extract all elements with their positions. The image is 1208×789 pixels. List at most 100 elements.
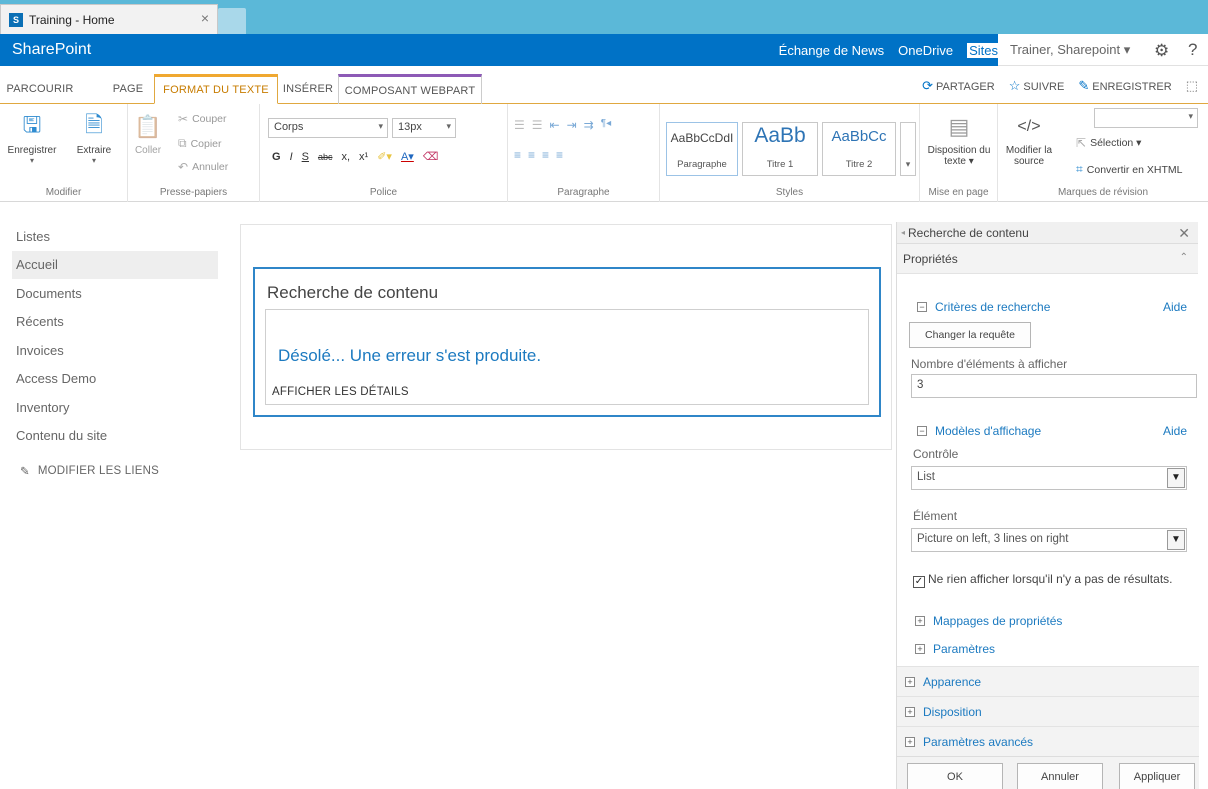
tab-format-du-texte[interactable]: FORMAT DU TEXTE [154,74,278,104]
tab-composant-webpart[interactable]: COMPOSANT WEBPART [338,74,482,104]
nav-item-accueil[interactable]: Accueil [12,250,218,279]
paste-label: Coller [134,145,162,156]
font-name-select[interactable]: Corps ▾ [268,118,388,138]
extract-button[interactable]: 🗎 Extraire ▾ [66,112,122,165]
help-link-search[interactable]: Aide [1163,300,1187,314]
sharepoint-brand[interactable]: SharePoint [0,41,91,59]
save-button[interactable]: 🖫 Enregistrer ▾ [4,112,60,165]
browser-tab[interactable]: S Training - Home × [0,4,218,34]
apply-button[interactable]: Appliquer [1119,763,1195,789]
subscript-button[interactable]: x, [341,151,350,163]
nav-item-invoices[interactable]: Invoices [12,336,218,365]
undo-button[interactable]: ↶ Annuler [178,160,228,174]
suite-link-sites[interactable]: Sites [967,42,1000,58]
star-icon: ☆ [1008,78,1021,93]
no-results-checkbox[interactable]: ✓ [913,576,925,588]
suite-link-onedrive[interactable]: OneDrive [898,43,953,58]
list-controls-row: ☰ ☰ ⇤ ⇥ ⇉ ¶◂ [514,118,611,132]
style-paragraphe[interactable]: AaBbCcDdI Paragraphe [666,122,738,176]
cut-button[interactable]: ✂ Couper [178,112,227,126]
new-tab-button[interactable] [218,8,246,34]
search-criteria-label: Critères de recherche [935,300,1051,314]
element-select[interactable]: Picture on left, 3 lines on right ▼ [911,528,1187,552]
close-icon[interactable]: ✕ [1178,225,1190,242]
layout-section[interactable]: + Disposition [897,696,1199,726]
align-center-icon[interactable]: ≡ [528,148,535,162]
markup-style-select[interactable]: ▾ [1094,108,1198,128]
italic-button[interactable]: I [290,151,293,163]
bullet-list-icon[interactable]: ☰ [514,118,525,132]
highlight-icon[interactable]: ✐▾ [377,150,392,163]
align-justify-icon[interactable]: ≡ [556,148,563,162]
save-icon: 🖫 [22,112,42,137]
nav-item-access-demo[interactable]: Access Demo [12,365,218,394]
appearance-section[interactable]: + Apparence [897,666,1199,696]
gear-icon[interactable]: ⚙ [1154,41,1169,61]
collapse-chevron-icon[interactable]: ⌃ [1180,252,1188,263]
display-templates-toggle[interactable]: − Modèles d'affichage [917,424,1041,438]
follow-button[interactable]: ☆ SUIVRE [1009,78,1065,94]
ltr-icon[interactable]: ⇉ [584,118,594,132]
save-page-button[interactable]: ✎ ENREGISTRER [1078,78,1171,94]
rtl-icon[interactable]: ¶◂ [601,118,611,132]
clear-format-icon[interactable]: ⌫ [423,150,439,163]
properties-section-header[interactable]: Propriétés ⌃ [897,244,1198,274]
font-size-select[interactable]: 13px ▾ [392,118,456,138]
nav-item-inventory[interactable]: Inventory [12,393,218,422]
strikethrough-button[interactable]: abc [318,152,333,162]
suite-link-news[interactable]: Échange de News [779,43,885,58]
show-details-link[interactable]: AFFICHER LES DÉTAILS [272,386,409,398]
paste-button[interactable]: 📋 Coller [128,112,168,156]
edit-source-button[interactable]: </> Modifier la source [1004,112,1054,167]
bold-button[interactable]: G [272,151,281,163]
help-icon[interactable]: ? [1188,40,1197,60]
nav-item-recents[interactable]: Récents [12,308,218,337]
superscript-button[interactable]: x¹ [359,151,368,163]
outdent-icon[interactable]: ⇤ [550,118,560,132]
item-count-input[interactable]: 3 [911,374,1197,398]
change-query-button[interactable]: Changer la requête [909,322,1031,348]
style-titre-2[interactable]: AaBbCc Titre 2 [822,122,896,176]
ok-button[interactable]: OK [907,763,1003,789]
property-mappings-toggle[interactable]: + Mappages de propriétés [915,614,1062,628]
share-button[interactable]: ⟳ PARTAGER [922,78,995,94]
error-message: Désolé... Une erreur s'est produite. [278,346,542,365]
advanced-section[interactable]: + Paramètres avancés [897,726,1199,756]
nav-item-site-contents[interactable]: Contenu du site [12,422,218,451]
tab-parcourir[interactable]: PARCOURIR [7,74,74,104]
element-value: Picture on left, 3 lines on right [917,533,1069,545]
plus-box-icon: + [905,706,915,717]
tab-page[interactable]: PAGE [108,74,148,104]
pencil-icon: ✎ [20,466,30,478]
copy-button[interactable]: ⧉ Copier [178,136,222,151]
convert-xhtml-button[interactable]: ⌗ Convertir en XHTML [1076,162,1182,177]
tab-close-icon[interactable]: × [201,10,209,26]
focus-content-icon[interactable]: ⬚ [1186,78,1198,94]
selection-button[interactable]: ⇱ Sélection ▾ [1076,136,1141,150]
content-search-webpart[interactable]: Recherche de contenu Désolé... Une erreu… [253,267,881,417]
settings-toggle[interactable]: + Paramètres [915,642,995,656]
indent-icon[interactable]: ⇥ [567,118,577,132]
triangle-left-icon: ◂ [901,228,906,237]
edit-links-button[interactable]: ✎ MODIFIER LES LIENS [12,464,218,478]
control-select[interactable]: List ▼ [911,466,1187,490]
align-left-icon[interactable]: ≡ [514,148,521,162]
suite-user-area: Trainer, Sharepoint ▾ ⚙ ? [998,34,1208,66]
appearance-label: Apparence [923,674,982,689]
nav-item-documents[interactable]: Documents [12,279,218,308]
tab-inserer[interactable]: INSÉRER [280,74,336,104]
text-layout-button[interactable]: ▤ Disposition du texte ▾ [922,112,996,167]
align-right-icon[interactable]: ≡ [542,148,549,162]
search-criteria-toggle[interactable]: − Critères de recherche [917,300,1050,314]
font-color-icon[interactable]: A▾ [401,150,414,163]
underline-button[interactable]: S [302,151,309,163]
numbered-list-icon[interactable]: ☰ [532,118,543,132]
cancel-button[interactable]: Annuler [1017,763,1103,789]
font-size-value: 13px [398,121,422,133]
style-titre-1[interactable]: AaBb Titre 1 [742,122,818,176]
extract-icon: 🗎 [85,112,103,137]
help-link-templates[interactable]: Aide [1163,424,1187,438]
nav-item-listes[interactable]: Listes [12,222,218,251]
styles-more-button[interactable]: ▾ [900,122,916,176]
user-menu[interactable]: Trainer, Sharepoint ▾ [998,42,1130,58]
